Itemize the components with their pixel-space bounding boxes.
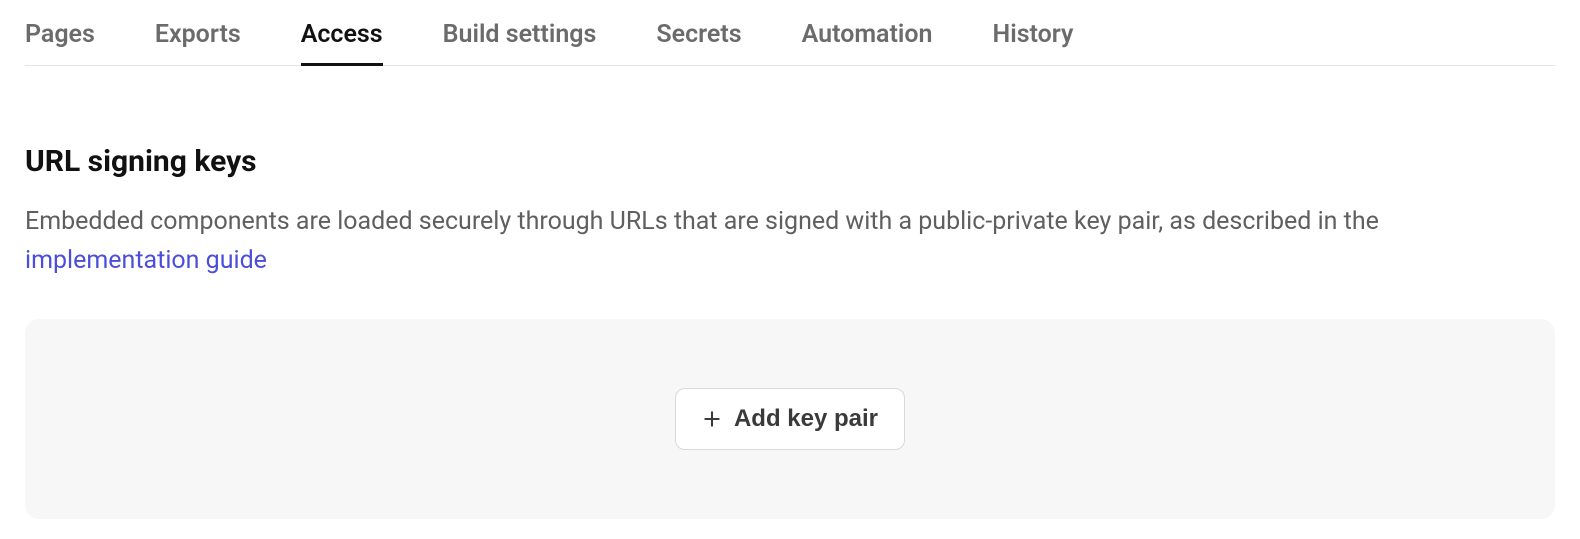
tab-build-settings[interactable]: Build settings xyxy=(443,20,597,66)
tab-exports[interactable]: Exports xyxy=(155,20,241,66)
url-signing-keys-section: URL signing keys Embedded components are… xyxy=(25,144,1555,519)
section-title: URL signing keys xyxy=(25,144,1555,179)
description-text: Embedded components are loaded securely … xyxy=(25,207,1379,236)
tab-secrets[interactable]: Secrets xyxy=(656,20,741,66)
tab-history[interactable]: History xyxy=(993,20,1074,66)
tab-automation[interactable]: Automation xyxy=(802,20,933,66)
plus-icon xyxy=(702,409,722,429)
tab-pages[interactable]: Pages xyxy=(25,20,95,66)
tab-bar: Pages Exports Access Build settings Secr… xyxy=(25,20,1555,66)
key-pair-empty-panel: Add key pair xyxy=(25,319,1555,519)
tab-access[interactable]: Access xyxy=(301,20,383,66)
add-key-pair-button[interactable]: Add key pair xyxy=(675,388,905,450)
add-key-pair-label: Add key pair xyxy=(734,405,878,433)
implementation-guide-link[interactable]: implementation guide xyxy=(25,246,267,275)
section-description: Embedded components are loaded securely … xyxy=(25,203,1545,281)
